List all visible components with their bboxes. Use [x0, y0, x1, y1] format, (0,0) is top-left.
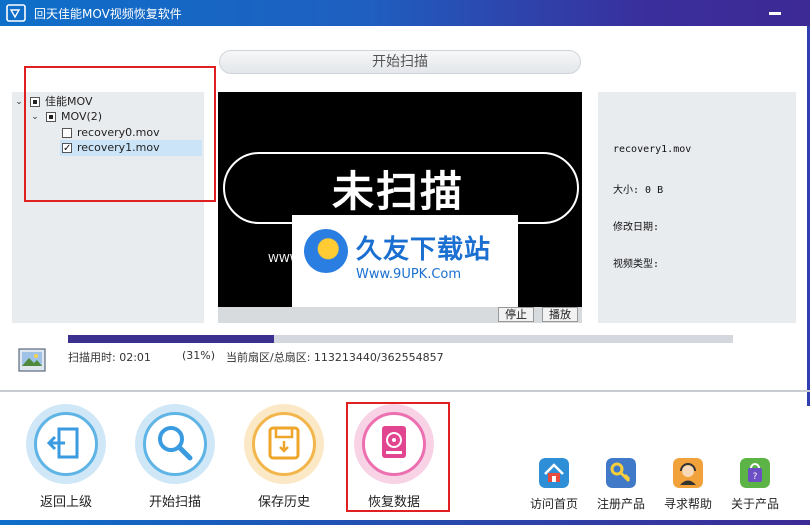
scan-progress-bar — [68, 335, 733, 343]
magnifier-icon — [143, 412, 207, 476]
file-info-panel: recovery1.mov 大小: 0 B 修改日期: 视频类型: — [598, 92, 796, 323]
watermark-logo-icon — [304, 229, 348, 273]
title-bar[interactable]: 回天佳能MOV视频恢复软件 — [0, 0, 810, 26]
support-agent-icon — [673, 458, 703, 488]
window-title: 回天佳能MOV视频恢复软件 — [34, 7, 182, 21]
info-modified: 修改日期: — [613, 222, 660, 233]
back-button[interactable]: 返回上级 — [18, 400, 114, 512]
scan-status-banner: 开始扫描 — [219, 50, 581, 74]
key-icon — [606, 458, 636, 488]
preview-caption: 未扫描 — [331, 167, 464, 216]
image-preview-icon — [18, 348, 46, 372]
home-icon — [539, 458, 569, 488]
home-link-label: 访问首页 — [529, 497, 578, 511]
about-link-label: 关于产品 — [730, 497, 779, 511]
watermark-url: Www.9UPK.Com — [356, 267, 462, 282]
chevron-down-icon[interactable]: ⌄ — [14, 94, 24, 110]
floppy-save-icon — [252, 412, 316, 476]
back-button-label: 返回上级 — [39, 495, 92, 510]
home-link[interactable]: 访问首页 — [523, 458, 583, 512]
save-history-label: 保存历史 — [257, 495, 310, 510]
info-type: 视频类型: — [613, 259, 660, 270]
info-filename: recovery1.mov — [613, 144, 692, 155]
watermark-title: 久友下载站 — [356, 235, 492, 265]
watermark-overlay: 久友下载站 Www.9UPK.Com — [292, 215, 518, 307]
start-scan-ring — [135, 404, 215, 484]
help-link[interactable]: 寻求帮助 — [657, 458, 717, 512]
highlight-box — [24, 66, 216, 202]
scan-progress-fill — [68, 335, 275, 343]
scan-elapsed: 扫描用时: 02:01 — [68, 351, 151, 364]
about-link[interactable]: ? 关于产品 — [724, 458, 784, 512]
section-divider — [0, 390, 810, 392]
start-scan-label: 开始扫描 — [148, 495, 201, 510]
app-window: 回天佳能MOV视频恢复软件 开始扫描 ⌄ 佳能MOV ⌄ MOV(2) reco… — [0, 0, 810, 525]
shopping-bag-icon: ? — [740, 458, 770, 488]
register-link[interactable]: 注册产品 — [590, 458, 650, 512]
back-door-icon — [34, 412, 98, 476]
save-history-button[interactable]: 保存历史 — [236, 400, 332, 512]
play-button[interactable]: 播放 — [542, 307, 578, 322]
stop-button[interactable]: 停止 — [498, 307, 534, 322]
save-history-ring — [244, 404, 324, 484]
scan-percent: (31%) — [182, 349, 216, 362]
info-size: 大小: 0 B — [613, 185, 664, 196]
minimize-button[interactable] — [768, 6, 782, 20]
start-scan-button[interactable]: 开始扫描 — [127, 400, 223, 512]
app-logo-icon — [6, 4, 26, 22]
scan-sector: 当前扇区/总扇区: 113213440/362554857 — [226, 351, 444, 364]
svg-text:?: ? — [753, 472, 758, 482]
help-link-label: 寻求帮助 — [663, 497, 712, 511]
register-link-label: 注册产品 — [596, 497, 645, 511]
back-button-ring — [26, 404, 106, 484]
window-bottom-edge — [0, 520, 810, 525]
highlight-box — [346, 402, 450, 512]
